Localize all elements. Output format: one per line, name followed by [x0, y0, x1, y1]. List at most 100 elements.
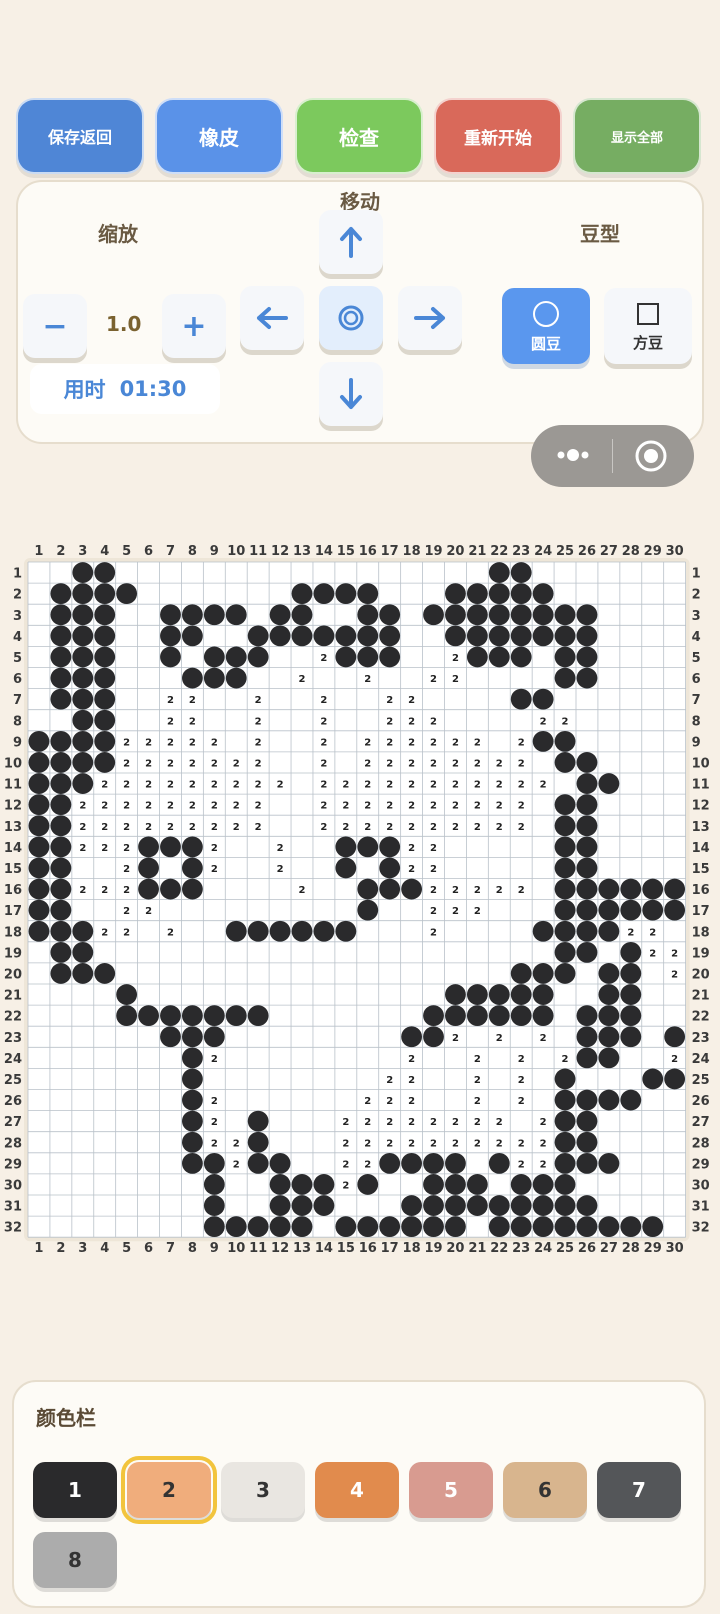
- bead[interactable]: [379, 646, 401, 668]
- cell-hint[interactable]: 2: [452, 758, 459, 769]
- bead[interactable]: [466, 984, 488, 1005]
- bead[interactable]: [335, 625, 357, 647]
- bead[interactable]: [72, 920, 94, 942]
- bead[interactable]: [247, 1110, 269, 1132]
- bead[interactable]: [554, 625, 576, 647]
- cell-hint[interactable]: 2: [518, 1096, 525, 1107]
- bead[interactable]: [598, 1047, 620, 1069]
- cell-hint[interactable]: 2: [255, 737, 262, 748]
- bead[interactable]: [72, 667, 94, 689]
- bead[interactable]: [510, 583, 532, 605]
- bead[interactable]: [598, 1216, 620, 1238]
- cell-hint[interactable]: 2: [408, 1096, 415, 1107]
- cell-hint[interactable]: 2: [79, 843, 86, 854]
- bead[interactable]: [94, 562, 116, 583]
- bead[interactable]: [28, 836, 50, 858]
- bead[interactable]: [182, 1110, 203, 1132]
- bead[interactable]: [203, 667, 225, 689]
- bead[interactable]: [532, 583, 554, 605]
- bead[interactable]: [247, 1152, 269, 1174]
- cell-hint[interactable]: 2: [474, 758, 481, 769]
- bead[interactable]: [335, 646, 357, 668]
- cell-hint[interactable]: 2: [145, 906, 152, 917]
- bead[interactable]: [50, 773, 72, 794]
- cell-hint[interactable]: 2: [189, 801, 196, 812]
- bead[interactable]: [554, 878, 576, 900]
- bead[interactable]: [269, 920, 291, 942]
- bead[interactable]: [576, 1026, 598, 1048]
- bead[interactable]: [554, 1152, 576, 1174]
- cell-hint[interactable]: 2: [408, 1054, 415, 1065]
- bead[interactable]: [576, 1152, 598, 1174]
- bead[interactable]: [466, 1195, 488, 1216]
- bead[interactable]: [291, 1195, 313, 1216]
- cell-hint[interactable]: 2: [474, 822, 481, 833]
- cell-hint[interactable]: 2: [167, 716, 174, 727]
- cell-hint[interactable]: 2: [255, 801, 262, 812]
- cell-hint[interactable]: 2: [671, 948, 678, 959]
- cell-hint[interactable]: 2: [649, 948, 656, 959]
- cell-hint[interactable]: 2: [123, 780, 130, 791]
- bead[interactable]: [160, 1005, 181, 1027]
- cell-hint[interactable]: 2: [342, 1138, 349, 1149]
- bead[interactable]: [642, 1068, 664, 1090]
- bead[interactable]: [554, 1110, 576, 1132]
- cell-hint[interactable]: 2: [364, 780, 371, 791]
- cell-hint[interactable]: 2: [408, 1075, 415, 1086]
- cell-hint[interactable]: 2: [430, 885, 437, 896]
- bead[interactable]: [445, 1005, 466, 1027]
- bead[interactable]: [620, 1026, 642, 1048]
- bead[interactable]: [576, 604, 598, 626]
- cell-hint[interactable]: 2: [233, 758, 240, 769]
- cell-hint[interactable]: 2: [518, 758, 525, 769]
- cell-hint[interactable]: 2: [386, 822, 393, 833]
- cell-hint[interactable]: 2: [211, 758, 218, 769]
- bead[interactable]: [554, 815, 576, 837]
- bead[interactable]: [94, 709, 116, 731]
- color-swatch-5[interactable]: 5: [409, 1462, 493, 1518]
- bead[interactable]: [401, 1195, 422, 1216]
- cell-hint[interactable]: 2: [167, 927, 174, 938]
- bead[interactable]: [554, 730, 576, 752]
- cell-hint[interactable]: 2: [408, 695, 415, 706]
- bead[interactable]: [576, 1005, 598, 1027]
- cell-hint[interactable]: 2: [474, 737, 481, 748]
- bead[interactable]: [291, 625, 313, 647]
- cell-hint[interactable]: 2: [277, 843, 284, 854]
- target-icon[interactable]: [634, 439, 668, 473]
- bead[interactable]: [532, 984, 554, 1005]
- bead[interactable]: [182, 1047, 203, 1069]
- bead[interactable]: [532, 963, 554, 984]
- cell-hint[interactable]: 2: [101, 885, 108, 896]
- cell-hint[interactable]: 2: [408, 1138, 415, 1149]
- cell-hint[interactable]: 2: [364, 737, 371, 748]
- cell-hint[interactable]: 2: [79, 822, 86, 833]
- bead[interactable]: [50, 646, 72, 668]
- cell-hint[interactable]: 2: [123, 758, 130, 769]
- bead[interactable]: [664, 899, 686, 921]
- cell-hint[interactable]: 2: [189, 695, 196, 706]
- bead[interactable]: [182, 836, 203, 858]
- cell-hint[interactable]: 2: [211, 1096, 218, 1107]
- bead[interactable]: [466, 1174, 488, 1195]
- bead[interactable]: [138, 836, 159, 858]
- bead[interactable]: [94, 604, 116, 626]
- cell-hint[interactable]: 2: [167, 695, 174, 706]
- cell-hint[interactable]: 2: [496, 822, 503, 833]
- bead[interactable]: [576, 794, 598, 816]
- bead[interactable]: [445, 583, 466, 605]
- bead[interactable]: [598, 963, 620, 984]
- cell-hint[interactable]: 2: [145, 822, 152, 833]
- cell-hint[interactable]: 2: [320, 780, 327, 791]
- round-bead-button[interactable]: 圆豆: [502, 288, 590, 364]
- bead[interactable]: [554, 836, 576, 858]
- cell-hint[interactable]: 2: [145, 758, 152, 769]
- cell-hint[interactable]: 2: [518, 1159, 525, 1170]
- cell-hint[interactable]: 2: [123, 885, 130, 896]
- cell-hint[interactable]: 2: [408, 801, 415, 812]
- eraser-button[interactable]: 橡皮: [155, 98, 283, 174]
- cell-hint[interactable]: 2: [540, 716, 547, 727]
- cell-hint[interactable]: 2: [518, 801, 525, 812]
- cell-hint[interactable]: 2: [474, 780, 481, 791]
- bead[interactable]: [247, 1005, 269, 1027]
